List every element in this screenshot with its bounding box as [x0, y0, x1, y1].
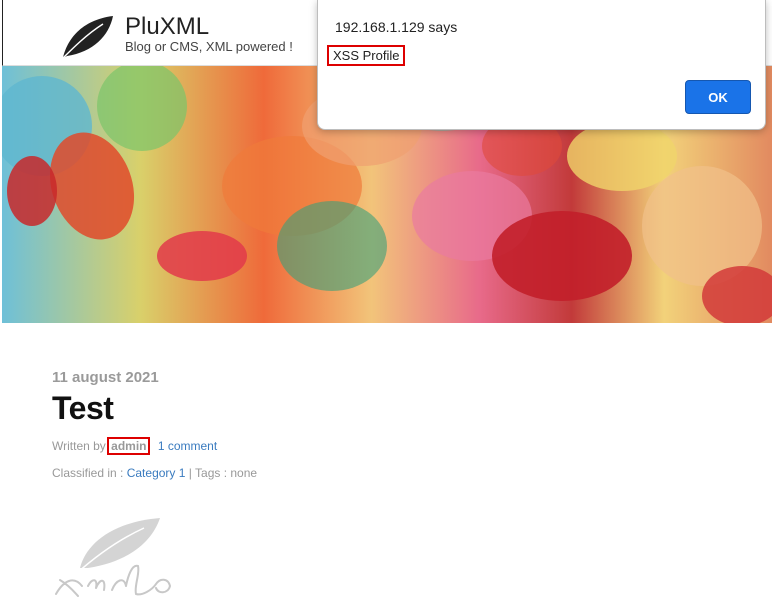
- classified-label: Classified in :: [52, 466, 124, 480]
- post-title[interactable]: Test: [52, 392, 114, 424]
- dialog-origin: 192.168.1.129 says: [335, 19, 458, 35]
- browser-alert-dialog: 192.168.1.129 says XSS Profile OK: [317, 0, 766, 130]
- comments-link[interactable]: 1 comment: [158, 439, 217, 453]
- post-meta: Written by admin 1 comment: [52, 437, 217, 455]
- site-description: Blog or CMS, XML powered !: [125, 39, 293, 54]
- leaf-logo-icon[interactable]: [53, 12, 117, 64]
- post-author: admin: [107, 437, 151, 455]
- dialog-message: XSS Profile: [327, 45, 406, 66]
- meta-separator: |: [188, 466, 192, 480]
- tags-text: Tags : none: [195, 466, 258, 480]
- post-classification: Classified in : Category 1 | Tags : none: [52, 466, 257, 480]
- post-date: 11 august 2021: [52, 369, 159, 386]
- written-by-label: Written by: [52, 439, 106, 453]
- pluxml-leaf-xml-logo-icon: [55, 518, 172, 597]
- ok-button[interactable]: OK: [685, 80, 751, 114]
- site-title[interactable]: PluXML: [125, 15, 209, 39]
- category-link[interactable]: Category 1: [127, 466, 186, 480]
